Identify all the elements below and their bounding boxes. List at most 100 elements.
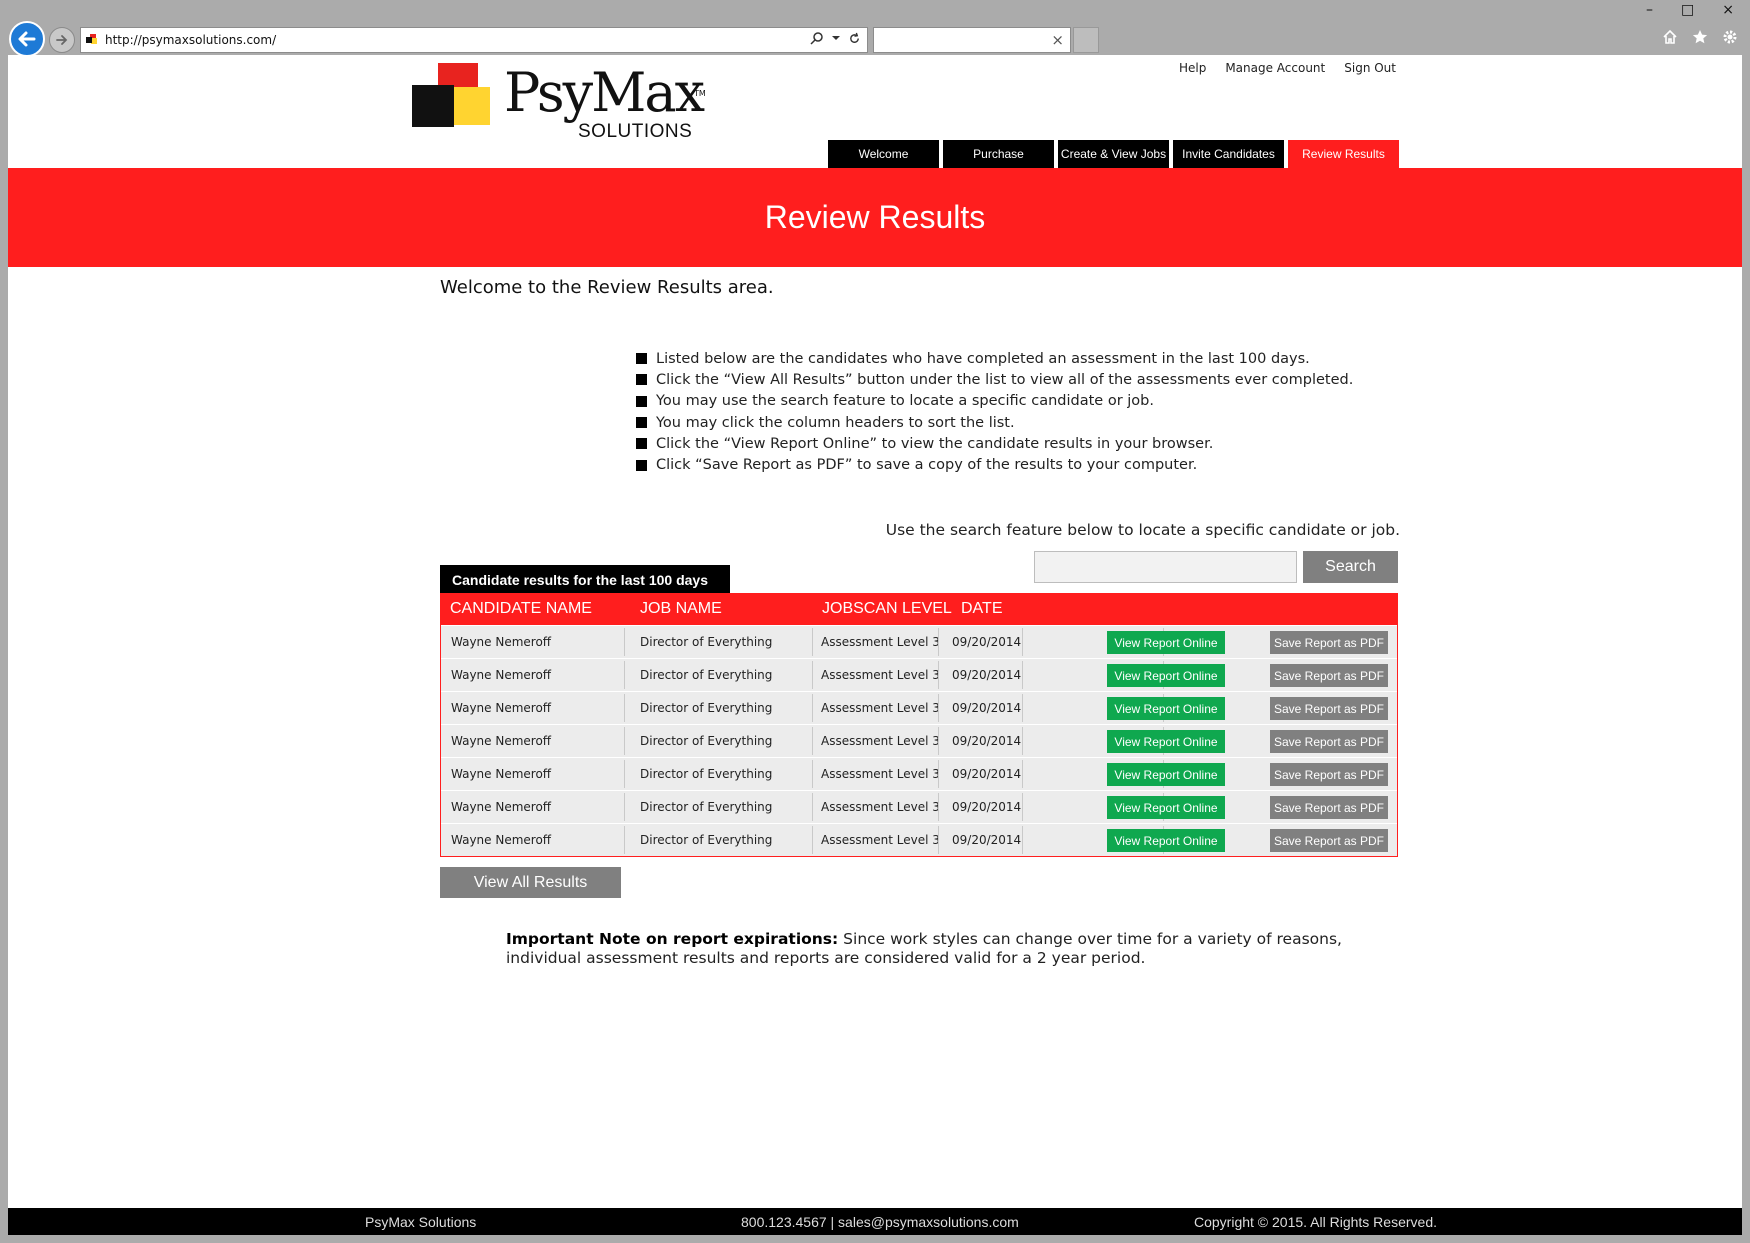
save-report-pdf-button[interactable]: Save Report as PDF bbox=[1270, 631, 1388, 654]
column-divider bbox=[938, 793, 939, 821]
instructions-list: Listed below are the candidates who have… bbox=[636, 348, 1353, 476]
column-divider bbox=[624, 628, 625, 656]
browser-toolbar-icons bbox=[1662, 29, 1738, 45]
column-divider bbox=[1022, 793, 1023, 821]
expiration-note: Important Note on report expirations: Si… bbox=[506, 930, 1386, 968]
column-divider bbox=[1022, 727, 1023, 755]
address-bar[interactable]: http://psymaxsolutions.com/ bbox=[80, 27, 868, 53]
candidate-name-cell: Wayne Nemeroff bbox=[451, 635, 552, 649]
candidate-name-cell: Wayne Nemeroff bbox=[451, 734, 552, 748]
search-hint: Use the search feature below to locate a… bbox=[885, 521, 1400, 539]
instruction-text: You may click the column headers to sort… bbox=[656, 414, 1015, 431]
logo-subtitle: SOLUTIONS bbox=[578, 121, 693, 142]
column-divider bbox=[1022, 826, 1023, 854]
view-report-online-button[interactable]: View Report Online bbox=[1107, 796, 1225, 819]
view-report-online-button[interactable]: View Report Online bbox=[1107, 763, 1225, 786]
save-report-pdf-button[interactable]: Save Report as PDF bbox=[1270, 796, 1388, 819]
close-window-icon[interactable]: × bbox=[1722, 2, 1734, 18]
instruction-text: You may use the search feature to locate… bbox=[656, 393, 1154, 410]
candidate-name-cell: Wayne Nemeroff bbox=[451, 701, 552, 715]
home-icon[interactable] bbox=[1662, 29, 1678, 45]
date-cell: 09/20/2014 bbox=[952, 767, 1022, 781]
new-tab-button[interactable] bbox=[1073, 27, 1099, 53]
column-divider bbox=[624, 694, 625, 722]
search-button[interactable]: Search bbox=[1303, 551, 1398, 583]
view-report-online-button[interactable]: View Report Online bbox=[1107, 697, 1225, 720]
psymax-logo[interactable]: PsyMax SOLUTIONS TM bbox=[412, 61, 706, 143]
view-report-online-button[interactable]: View Report Online bbox=[1107, 730, 1225, 753]
help-link[interactable]: Help bbox=[1179, 61, 1206, 75]
main-nav: Welcome Purchase Create & View Jobs Invi… bbox=[828, 140, 1399, 168]
table-row: Wayne Nemeroff Director of Everything Asse… bbox=[441, 625, 1397, 658]
save-report-pdf-button[interactable]: Save Report as PDF bbox=[1270, 697, 1388, 720]
jobscan-level-cell: Assessment Level 3 bbox=[821, 701, 940, 715]
logo-black-square bbox=[412, 85, 454, 127]
job-name-cell: Director of Everything bbox=[640, 734, 773, 748]
column-header-candidate-name[interactable]: CANDIDATE NAME bbox=[450, 600, 592, 618]
nav-tab-welcome[interactable]: Welcome bbox=[828, 140, 939, 168]
close-tab-icon[interactable]: × bbox=[1051, 31, 1064, 49]
job-name-cell: Director of Everything bbox=[640, 800, 773, 814]
column-divider bbox=[938, 661, 939, 689]
page-footer: PsyMax Solutions 800.123.4567 | sales@ps… bbox=[8, 1208, 1742, 1235]
browser-tab[interactable]: × bbox=[873, 27, 1071, 53]
save-report-pdf-button[interactable]: Save Report as PDF bbox=[1270, 730, 1388, 753]
view-report-online-button[interactable]: View Report Online bbox=[1107, 829, 1225, 852]
column-header-job-name[interactable]: JOB NAME bbox=[640, 600, 722, 618]
url-text: http://psymaxsolutions.com/ bbox=[105, 33, 277, 47]
candidate-name-cell: Wayne Nemeroff bbox=[451, 668, 552, 682]
table-header: CANDIDATE NAME JOB NAME JOBSCAN LEVEL DA… bbox=[441, 594, 1397, 625]
nav-tab-create-view-jobs[interactable]: Create & View Jobs bbox=[1058, 140, 1169, 168]
footer-company: PsyMax Solutions bbox=[365, 1214, 477, 1230]
save-report-pdf-button[interactable]: Save Report as PDF bbox=[1270, 829, 1388, 852]
column-divider bbox=[812, 727, 813, 755]
maximize-icon[interactable]: □ bbox=[1681, 2, 1694, 18]
jobscan-level-cell: Assessment Level 3 bbox=[821, 635, 940, 649]
column-divider bbox=[624, 760, 625, 788]
minimize-icon[interactable]: – bbox=[1646, 2, 1653, 18]
manage-account-link[interactable]: Manage Account bbox=[1225, 61, 1325, 75]
view-all-results-button[interactable]: View All Results bbox=[440, 867, 621, 898]
column-divider bbox=[938, 727, 939, 755]
nav-tab-review-results[interactable]: Review Results bbox=[1288, 140, 1399, 168]
instruction-text: Click the “View All Results” button unde… bbox=[656, 371, 1354, 388]
column-header-jobscan-level[interactable]: JOBSCAN LEVEL bbox=[822, 600, 952, 618]
forward-button[interactable] bbox=[49, 27, 75, 53]
instruction-item: Click the “View All Results” button unde… bbox=[636, 369, 1353, 390]
job-name-cell: Director of Everything bbox=[640, 701, 773, 715]
column-divider bbox=[812, 826, 813, 854]
nav-tab-purchase[interactable]: Purchase bbox=[943, 140, 1054, 168]
candidate-name-cell: Wayne Nemeroff bbox=[451, 800, 552, 814]
column-divider bbox=[1022, 760, 1023, 788]
refresh-icon[interactable] bbox=[848, 32, 861, 45]
logo-yellow-square bbox=[452, 87, 490, 125]
sign-out-link[interactable]: Sign Out bbox=[1344, 61, 1396, 75]
table-row: Wayne Nemeroff Director of Everything Asse… bbox=[441, 691, 1397, 724]
instruction-item: Listed below are the candidates who have… bbox=[636, 348, 1353, 369]
view-report-online-button[interactable]: View Report Online bbox=[1107, 631, 1225, 654]
search-input[interactable] bbox=[1034, 551, 1297, 583]
column-header-date[interactable]: DATE bbox=[961, 600, 1002, 618]
column-divider bbox=[938, 628, 939, 656]
footer-contact[interactable]: 800.123.4567 | sales@psymaxsolutions.com bbox=[741, 1214, 1019, 1230]
table-row: Wayne Nemeroff Director of Everything Asse… bbox=[441, 658, 1397, 691]
instruction-item: Click the “View Report Online” to view t… bbox=[636, 433, 1353, 454]
nav-tab-invite-candidates[interactable]: Invite Candidates bbox=[1173, 140, 1284, 168]
view-report-online-button[interactable]: View Report Online bbox=[1107, 664, 1225, 687]
table-row: Wayne Nemeroff Director of Everything Asse… bbox=[441, 823, 1397, 856]
window-controls: – □ × bbox=[1646, 2, 1734, 18]
table-row: Wayne Nemeroff Director of Everything Asse… bbox=[441, 724, 1397, 757]
gear-icon[interactable] bbox=[1722, 29, 1738, 45]
column-divider bbox=[624, 826, 625, 854]
dropdown-arrow-icon[interactable] bbox=[832, 34, 840, 42]
save-report-pdf-button[interactable]: Save Report as PDF bbox=[1270, 664, 1388, 687]
search-icon[interactable] bbox=[810, 31, 824, 45]
back-button[interactable] bbox=[9, 21, 45, 57]
table-row: Wayne Nemeroff Director of Everything Asse… bbox=[441, 790, 1397, 823]
job-name-cell: Director of Everything bbox=[640, 635, 773, 649]
star-icon[interactable] bbox=[1692, 29, 1708, 45]
save-report-pdf-button[interactable]: Save Report as PDF bbox=[1270, 763, 1388, 786]
results-table: CANDIDATE NAME JOB NAME JOBSCAN LEVEL DA… bbox=[440, 593, 1398, 857]
note-heading: Important Note on report expirations: bbox=[506, 930, 839, 948]
bullet-square-icon bbox=[636, 395, 647, 407]
